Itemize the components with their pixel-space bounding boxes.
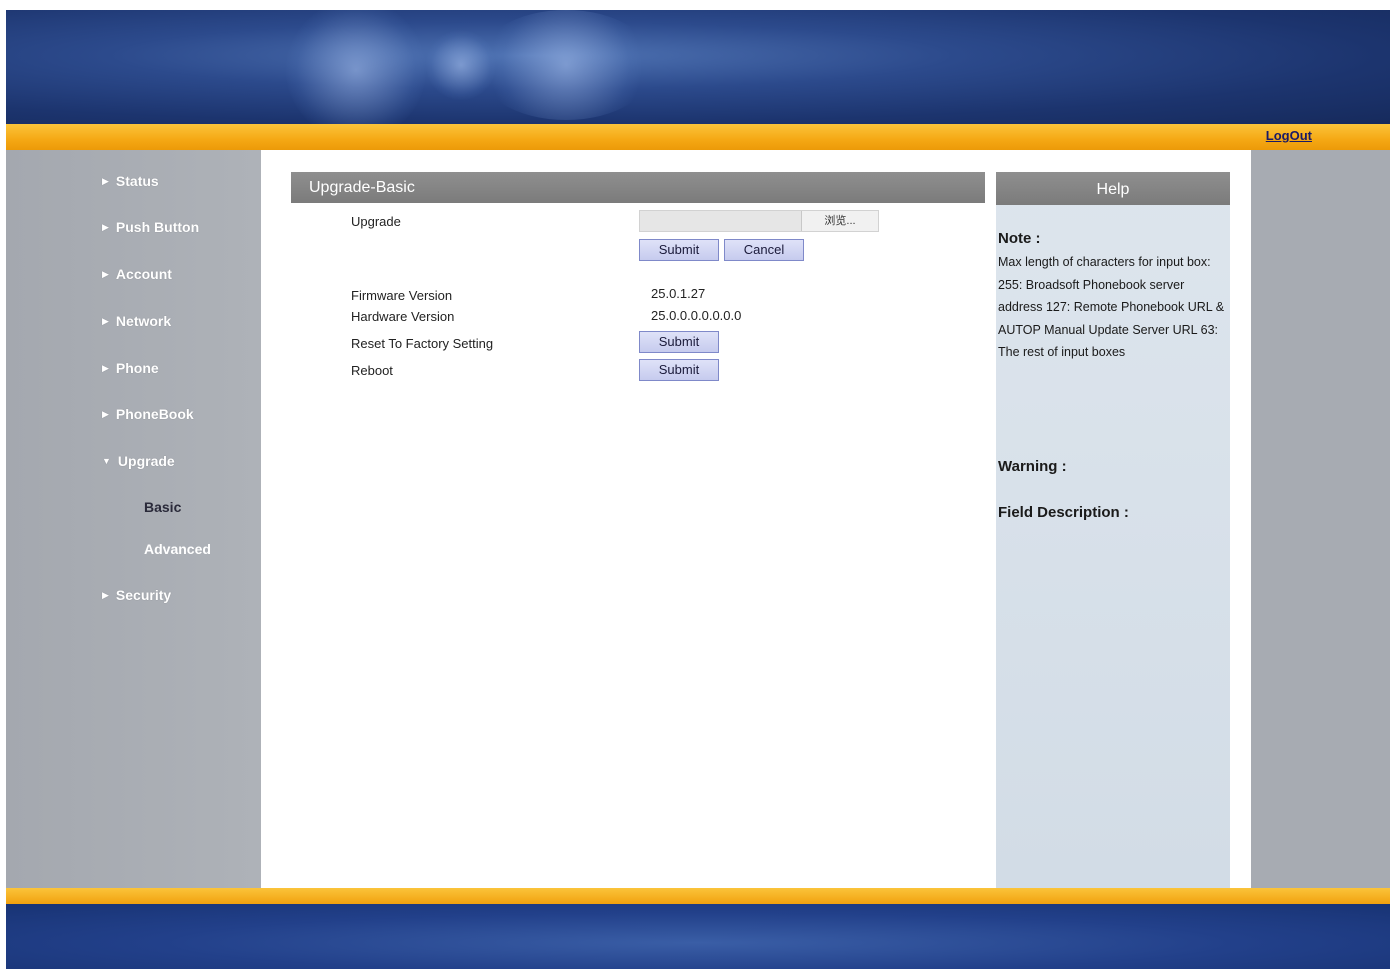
triangle-right-icon: ▶	[102, 316, 109, 326]
upgrade-label: Upgrade	[351, 214, 401, 229]
sidebar-item-label: Push Button	[115, 219, 200, 235]
sidebar-item-label: Upgrade	[117, 453, 175, 469]
sidebar-item-upgrade[interactable]: ▼ Upgrade	[102, 453, 175, 469]
sidebar-item-label: Status	[115, 173, 159, 189]
triangle-right-icon: ▶	[102, 363, 109, 373]
sidebar-item-label: Phone	[115, 360, 159, 376]
sidebar-subitem-basic[interactable]: Basic	[144, 499, 181, 515]
logout-link[interactable]: LogOut	[1266, 128, 1312, 143]
help-note-title: Note :	[998, 230, 1041, 247]
triangle-right-icon: ▶	[102, 409, 109, 419]
footer-banner	[6, 904, 1390, 969]
triangle-down-icon: ▼	[102, 456, 111, 466]
help-note-text: Max length of characters for input box: …	[998, 255, 1225, 359]
body-area: ▶ Status ▶ Push Button ▶ Account ▶ Network ▶…	[6, 150, 1390, 888]
header-banner	[6, 10, 1390, 140]
page-frame: LogOut ▶ Status ▶ Push Button ▶ Account ▶ Ne…	[6, 10, 1390, 969]
firmware-version-label: Firmware Version	[351, 288, 453, 303]
sidebar-item-label: PhoneBook	[115, 406, 194, 422]
upgrade-cancel-button[interactable]: Cancel	[724, 239, 804, 261]
help-warning-title: Warning :	[998, 458, 1067, 475]
hardware-version-label: Hardware Version	[351, 309, 455, 324]
triangle-right-icon: ▶	[102, 176, 109, 186]
firmware-version-value: 25.0.1.27	[651, 286, 706, 301]
browse-button[interactable]: 浏览...	[801, 211, 878, 231]
sidebar-item-label: Network	[115, 313, 172, 329]
banner-orb-decoration	[286, 10, 426, 140]
sidebar-item-account[interactable]: ▶ Account	[102, 266, 172, 282]
triangle-right-icon: ▶	[102, 590, 109, 600]
top-orange-bar	[6, 124, 1390, 150]
bottom-orange-bar	[6, 888, 1390, 904]
banner-orb-decoration	[476, 10, 656, 120]
hardware-version-value: 25.0.0.0.0.0.0.0	[651, 308, 742, 323]
reset-factory-submit-button[interactable]: Submit	[639, 331, 719, 353]
sidebar: ▶ Status ▶ Push Button ▶ Account ▶ Network ▶…	[6, 150, 261, 888]
sidebar-item-label: Account	[115, 266, 172, 282]
sidebar-item-security[interactable]: ▶ Security	[102, 587, 171, 603]
help-panel: Help Note : Max length of characters for…	[996, 172, 1230, 888]
reset-factory-label: Reset To Factory Setting	[351, 336, 494, 351]
sidebar-subitem-advanced[interactable]: Advanced	[144, 541, 211, 557]
banner-orb-decoration	[426, 30, 496, 100]
section-title: Upgrade-Basic	[291, 172, 985, 203]
help-field-description-title: Field Description :	[998, 504, 1129, 521]
sidebar-item-label: Security	[115, 587, 172, 603]
sidebar-item-status[interactable]: ▶ Status	[102, 173, 159, 189]
help-title: Help	[996, 172, 1230, 205]
sidebar-item-phone[interactable]: ▶ Phone	[102, 360, 159, 376]
sidebar-item-phonebook[interactable]: ▶ PhoneBook	[102, 406, 194, 422]
firmware-file-input[interactable]: 浏览...	[639, 210, 879, 232]
reboot-label: Reboot	[351, 363, 393, 378]
reboot-submit-button[interactable]: Submit	[639, 359, 719, 381]
content-panel: Upgrade-Basic Upgrade 浏览... Submit Cance…	[261, 150, 1251, 888]
sidebar-item-push-button[interactable]: ▶ Push Button	[102, 219, 199, 235]
sidebar-item-network[interactable]: ▶ Network	[102, 313, 171, 329]
triangle-right-icon: ▶	[102, 222, 109, 232]
triangle-right-icon: ▶	[102, 269, 109, 279]
upgrade-submit-button[interactable]: Submit	[639, 239, 719, 261]
